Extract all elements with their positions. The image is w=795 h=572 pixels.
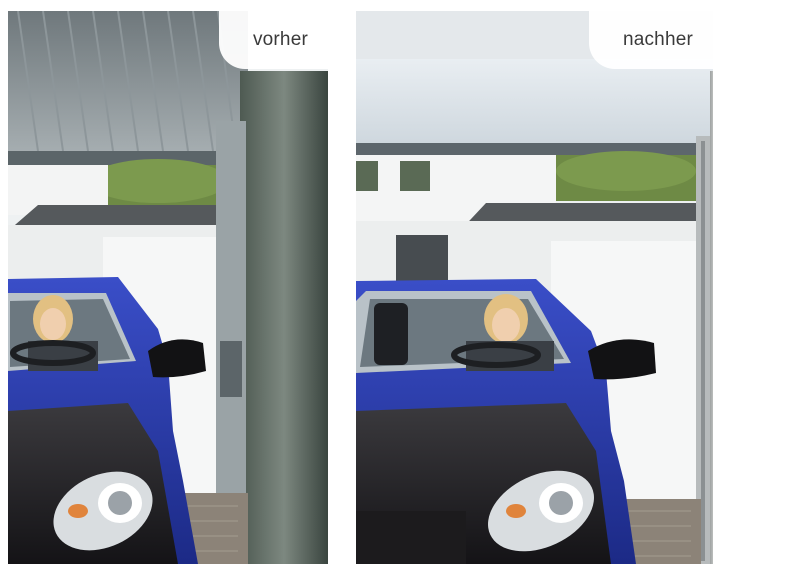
before-label: vorher (218, 11, 328, 69)
after-label: nachher (588, 11, 713, 69)
before-photo-panel: vorher (8, 11, 328, 564)
after-photo-panel: nachher (356, 11, 713, 564)
after-photo (356, 11, 713, 564)
before-photo (8, 11, 328, 564)
